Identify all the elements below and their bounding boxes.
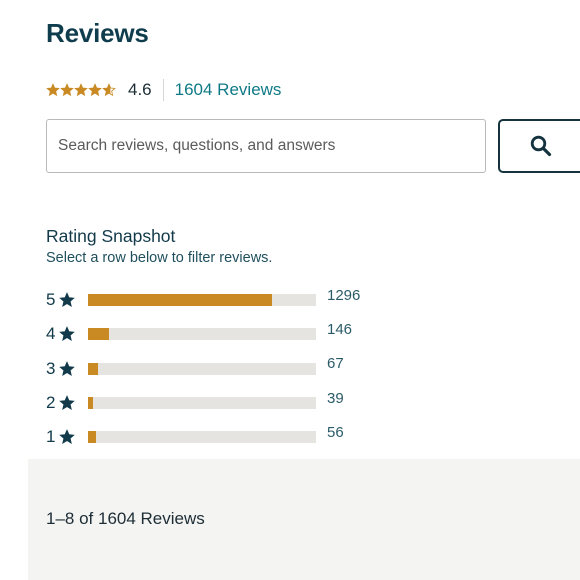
star-icon [102, 83, 116, 97]
rating-row-count: 1296 [327, 286, 361, 304]
rating-snapshot-subtitle: Select a row below to filter reviews. [46, 250, 273, 266]
rating-row-label: 4 [46, 324, 88, 344]
summary-divider [162, 79, 164, 101]
rating-row-star-value: 4 [46, 324, 56, 344]
review-count-link[interactable]: 1604 Reviews [175, 80, 282, 100]
rating-row-5-star[interactable]: 5 1296 [46, 283, 386, 317]
search-button[interactable] [498, 119, 580, 173]
rating-snapshot-title: Rating Snapshot [46, 226, 176, 246]
results-count: 1–8 of 1604 Reviews [46, 509, 205, 528]
rating-bar-track [88, 397, 316, 410]
rating-row-4-star[interactable]: 4 146 [46, 317, 386, 351]
rating-bar-fill [88, 431, 96, 444]
star-icon [46, 83, 60, 97]
rating-row-count: 56 [327, 423, 344, 441]
search-icon [530, 135, 552, 157]
rating-row-count: 67 [327, 355, 344, 373]
star-icon [59, 360, 75, 376]
rating-bar-fill [88, 328, 109, 341]
rating-row-3-star[interactable]: 3 67 [46, 352, 386, 386]
rating-bar-track [88, 431, 316, 444]
star-icon [59, 395, 75, 410]
rating-row-1-star[interactable]: 1 56 [46, 420, 386, 454]
rating-bar-fill [88, 294, 273, 307]
rating-row-star-value: 1 [46, 427, 56, 447]
rating-row-label: 3 [46, 359, 88, 379]
rating-row-2-star[interactable]: 2 39 [46, 386, 386, 420]
results-panel: 1–8 of 1604 Reviews [28, 459, 580, 580]
rating-row-star-value: 5 [46, 290, 56, 310]
star-icon [59, 292, 75, 308]
rating-row-label: 1 [46, 427, 88, 447]
search-input[interactable] [46, 119, 486, 173]
rating-row-count: 39 [327, 389, 344, 407]
star-icon [59, 326, 75, 342]
rating-bar-fill [88, 362, 98, 375]
rating-row-label: 5 [46, 290, 88, 310]
star-icon [88, 83, 102, 97]
star-icon [60, 83, 74, 97]
star-icon [59, 429, 75, 445]
rating-row-label: 2 [46, 393, 88, 413]
page-title: Reviews [46, 18, 149, 48]
rating-snapshot-rows: 5 1296 4 146 3 67 2 39 1 56 [46, 283, 386, 454]
average-rating-stars [46, 83, 116, 97]
rating-row-star-value: 2 [46, 393, 56, 413]
rating-row-count: 146 [327, 320, 353, 338]
rating-row-star-value: 3 [46, 358, 56, 378]
rating-bar-track [88, 362, 316, 375]
star-icon [74, 83, 88, 97]
rating-bar-track [88, 294, 316, 307]
rating-bar-fill [88, 397, 94, 410]
rating-bar-track [88, 328, 316, 341]
average-rating-value: 4.6 [128, 80, 152, 99]
rating-summary: 4.6 1604 Reviews [46, 78, 281, 102]
